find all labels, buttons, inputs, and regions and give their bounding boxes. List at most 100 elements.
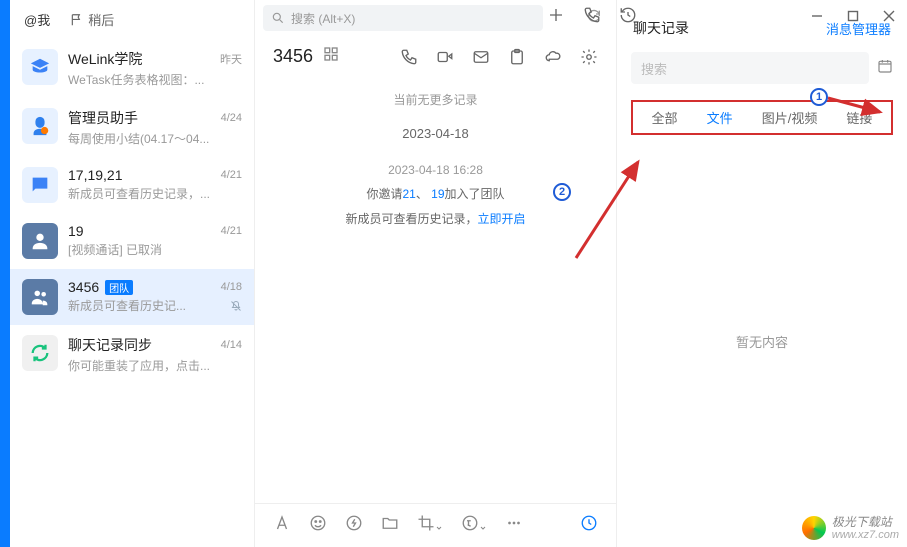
- chat-main: 搜索 (Alt+X) 3456 当前无更多记录 2023-04-18: [255, 0, 617, 547]
- chat-time: 昨天: [220, 51, 242, 67]
- folder-button[interactable]: [381, 514, 399, 537]
- chat-item-sync[interactable]: 聊天记录同步 4/14 你可能重装了应用，点击...: [10, 325, 254, 384]
- translate-button[interactable]: [461, 514, 487, 537]
- tab-file[interactable]: 文件: [707, 108, 733, 127]
- chat-title: WeLink学院: [68, 49, 142, 69]
- mail-button[interactable]: [472, 48, 490, 66]
- call-button[interactable]: [583, 6, 601, 29]
- history-line: 新成员可查看历史记录，立即开启: [269, 210, 602, 227]
- chat-preview: WeTask任务表格视图：...: [68, 71, 242, 88]
- flag-icon: [70, 13, 84, 27]
- gif-button[interactable]: [345, 514, 363, 537]
- video-icon: [436, 48, 454, 66]
- minimize-button[interactable]: [799, 0, 835, 32]
- chat-header-title: 3456: [273, 46, 313, 67]
- video-call-button[interactable]: [436, 48, 454, 66]
- no-more-records: 当前无更多记录: [269, 91, 602, 108]
- chat-title: 聊天记录同步: [68, 335, 152, 355]
- gear-icon: [580, 48, 598, 66]
- chat-title: 19: [68, 223, 84, 239]
- schedule-button[interactable]: [580, 514, 598, 537]
- screenshot-button[interactable]: [417, 514, 443, 537]
- avatar: [22, 223, 58, 259]
- font-button[interactable]: [273, 514, 291, 537]
- nav-rail: [0, 0, 10, 547]
- cloud-button[interactable]: [544, 48, 562, 66]
- task-button[interactable]: [508, 48, 526, 66]
- chat-preview: 你可能重装了应用，点击...: [68, 357, 242, 374]
- close-button[interactable]: [871, 0, 907, 32]
- maximize-icon: [847, 10, 859, 22]
- chevron-down-icon: [435, 524, 443, 532]
- chat-title: 管理员助手: [68, 108, 138, 128]
- chat-time: 4/21: [221, 169, 242, 181]
- watermark: 极光下载站 www.xz7.com: [802, 516, 899, 541]
- crop-icon: [417, 514, 435, 532]
- clipboard-icon: [508, 48, 526, 66]
- grid-icon: [323, 46, 339, 62]
- global-search[interactable]: 搜索 (Alt+X): [263, 5, 543, 31]
- calendar-button[interactable]: [877, 58, 893, 79]
- smile-icon: [309, 514, 327, 532]
- chat-time: 4/24: [221, 112, 242, 124]
- phone-icon: [583, 6, 601, 24]
- avatar: [22, 167, 58, 203]
- avatar: [22, 335, 58, 371]
- search-icon: [271, 11, 285, 25]
- calendar-icon: [877, 58, 893, 74]
- chat-record-title: 聊天记录: [633, 18, 689, 38]
- admin-icon: [29, 115, 51, 137]
- user-link-19[interactable]: 19: [431, 187, 444, 201]
- chat-preview: 新成员可查看历史记录，...: [68, 185, 242, 202]
- chat-item-welink[interactable]: WeLink学院 昨天 WeTask任务表格视图：...: [10, 39, 254, 98]
- tab-media[interactable]: 图片/视频: [762, 108, 818, 127]
- graduation-icon: [29, 56, 51, 78]
- right-panel: 聊天记录 消息管理器 搜索 全部 文件 图片/视频 链接 暂无内容: [617, 0, 907, 547]
- annotation-badge-1: 1: [810, 88, 828, 106]
- chat-item-admin[interactable]: 管理员助手 4/24 每周使用小结(04.17～04...: [10, 98, 254, 157]
- watermark-logo-icon: [802, 516, 826, 540]
- chat-date: 2023-04-18: [269, 126, 602, 141]
- phone-icon: [400, 48, 418, 66]
- voice-call-button[interactable]: [400, 48, 418, 66]
- enable-history-link[interactable]: 立即开启: [478, 212, 526, 226]
- chat-time: 4/14: [221, 339, 242, 351]
- team-badge: 团队: [105, 280, 133, 295]
- chat-title: 3456团队: [68, 279, 133, 295]
- chat-preview: [视频通话] 已取消: [68, 241, 242, 258]
- plus-icon: [547, 6, 565, 24]
- chat-preview: 每周使用小结(04.17～04...: [68, 130, 242, 147]
- chevron-down-icon: [479, 524, 487, 532]
- maximize-button[interactable]: [835, 0, 871, 32]
- tab-at-me[interactable]: @我: [24, 10, 50, 29]
- chat-header: 3456: [255, 36, 616, 77]
- group-icon: [29, 286, 51, 308]
- record-search-input[interactable]: 搜索: [631, 52, 869, 84]
- history-button[interactable]: [619, 6, 637, 29]
- chat-bubble-icon: [29, 174, 51, 196]
- more-button[interactable]: [505, 514, 523, 537]
- chat-item-171921[interactable]: 17,19,214/21 新成员可查看历史记录，...: [10, 157, 254, 213]
- sync-icon: [29, 342, 51, 364]
- lightning-icon: [345, 514, 363, 532]
- add-button[interactable]: [547, 6, 565, 29]
- tab-all[interactable]: 全部: [652, 108, 678, 127]
- clock-icon: [580, 514, 598, 532]
- chat-list-tabs: @我 稍后: [10, 0, 254, 39]
- editor-toolbar: [255, 503, 616, 547]
- chat-item-19[interactable]: 19 4/21 [视频通话] 已取消: [10, 213, 254, 269]
- settings-button[interactable]: [580, 48, 598, 66]
- chat-time: 4/18: [221, 281, 242, 293]
- chat-time: 4/21: [221, 225, 242, 237]
- chat-list: @我 稍后 WeLink学院 昨天 WeTask任务表格视图：... 管理员助手 4…: [10, 0, 255, 547]
- user-link-21[interactable]: 21: [402, 187, 415, 201]
- chat-timestamp: 2023-04-18 16:28: [269, 163, 602, 177]
- apps-button[interactable]: [323, 46, 339, 67]
- tab-later[interactable]: 稍后: [70, 10, 114, 29]
- annotation-arrow-1: [826, 94, 888, 120]
- cloud-icon: [544, 48, 562, 66]
- emoji-button[interactable]: [309, 514, 327, 537]
- history-icon: [619, 6, 637, 24]
- chat-item-3456[interactable]: 3456团队 4/18 新成员可查看历史记...: [10, 269, 254, 325]
- avatar: [22, 279, 58, 315]
